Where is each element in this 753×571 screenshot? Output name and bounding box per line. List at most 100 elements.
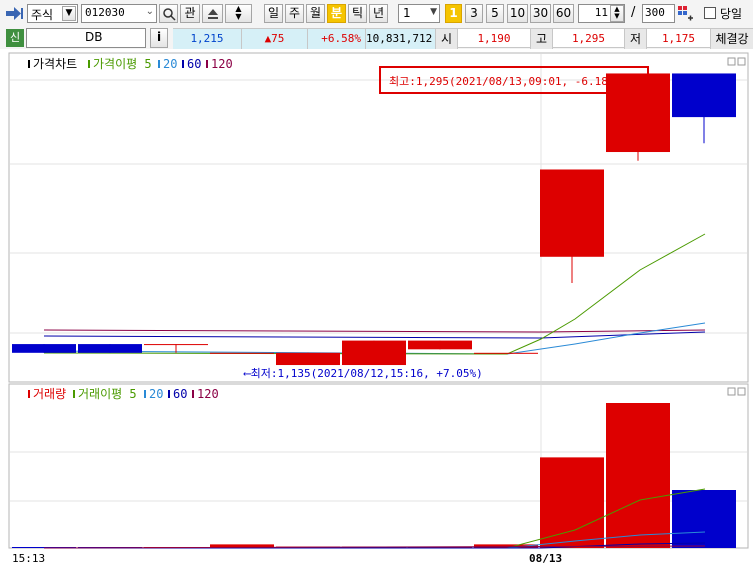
period-tick-button[interactable]: 틱 xyxy=(348,4,367,23)
total-count-field[interactable]: 300 xyxy=(642,4,675,23)
trade-volume: 10,831,712 xyxy=(366,29,436,49)
candle-body[interactable] xyxy=(672,73,736,118)
grid-plus-icon[interactable] xyxy=(677,5,693,21)
period-buttons: 일 주 월 분 틱 년 xyxy=(264,4,394,23)
slash-separator: / xyxy=(631,5,636,20)
open-value: 1,190 xyxy=(458,29,531,49)
count-value: 11 xyxy=(594,6,608,19)
search-icon xyxy=(162,8,176,21)
high-label: 고 xyxy=(531,29,553,49)
updown-spinner[interactable]: ▲ ▼ xyxy=(225,4,252,23)
candle-body[interactable] xyxy=(12,344,76,353)
today-label: 당일 xyxy=(720,7,743,21)
search-button[interactable] xyxy=(159,4,178,23)
price-change: ▲75 xyxy=(242,29,308,49)
candle-body[interactable] xyxy=(342,340,406,366)
eject-icon xyxy=(207,9,218,19)
market-select[interactable]: 주식 ▼ xyxy=(27,4,78,23)
high-annotation-text: 최고:1,295(2021/08/13,09:01, -6.18%)⟶ xyxy=(389,75,629,88)
ma5-legend-marker xyxy=(88,60,90,68)
volume-chart-title: 거래량 xyxy=(33,387,66,401)
candle-body[interactable] xyxy=(78,344,142,353)
low-label: 저 xyxy=(625,29,647,49)
candle-body[interactable] xyxy=(474,352,538,354)
volume-ma60-legend: 60 xyxy=(173,387,187,401)
volume-bar[interactable] xyxy=(606,403,670,548)
ma20-legend-marker xyxy=(158,60,160,68)
price-panel-close-button[interactable] xyxy=(737,57,746,66)
vol-ma120-legend-marker xyxy=(192,390,194,398)
minute-60-button[interactable]: 60 xyxy=(553,4,574,23)
quote-cells: 1,215 ▲75 +6.58% 10,831,712 시 1,190 고 1,… xyxy=(173,28,753,49)
volume-panel-close-button[interactable] xyxy=(737,387,746,396)
open-label: 시 xyxy=(436,29,458,49)
price-legend-marker xyxy=(28,60,30,68)
period-month-button[interactable]: 월 xyxy=(306,4,325,23)
total-count-value: 300 xyxy=(645,6,665,19)
candle-body[interactable] xyxy=(540,169,604,257)
chevron-down-icon[interactable]: ▼ xyxy=(430,7,437,17)
code-input[interactable]: 012030 ⌄ xyxy=(81,4,157,23)
low-annotation-text: ⟵최저:1,135(2021/08/12,15:16, +7.05%) xyxy=(243,367,483,380)
volume-legend-marker xyxy=(28,390,30,398)
price-ma120-legend: 120 xyxy=(211,57,233,71)
volume-ma-legend: 거래이평 5 xyxy=(78,387,137,401)
x-axis-time-label: 15:13 xyxy=(12,552,45,565)
minute-buttons: 1 3 5 10 30 60 xyxy=(445,4,574,23)
price-panel-minimize-button[interactable] xyxy=(727,57,736,66)
vol-ma5-legend-marker xyxy=(73,390,75,398)
price-ma60-legend: 60 xyxy=(187,57,201,71)
stock-name: DB xyxy=(85,30,103,44)
chart-canvas[interactable]: 가격차트 가격이평 5 20 60 120 거래량 거래이평 5 20 60 1… xyxy=(0,51,753,568)
price-chart-title: 가격차트 xyxy=(33,57,77,71)
chevron-down-icon[interactable]: ⌄ xyxy=(146,6,154,17)
chevron-down-icon[interactable]: ▼ xyxy=(62,6,76,21)
interval-select-value: 1 xyxy=(403,6,411,20)
credit-badge: 신 xyxy=(6,29,24,47)
volume-bar[interactable] xyxy=(540,457,604,548)
volume-bar[interactable] xyxy=(672,490,736,548)
ma60-legend-marker xyxy=(182,60,184,68)
watchlist-button[interactable]: 관 xyxy=(180,4,200,23)
candle-body[interactable] xyxy=(276,352,340,366)
volume-panel-minimize-button[interactable] xyxy=(727,387,736,396)
code-input-value: 012030 xyxy=(85,6,125,19)
price-ma-legend: 가격이평 5 xyxy=(93,57,152,71)
ma120-legend-marker xyxy=(206,60,208,68)
minute-5-button[interactable]: 5 xyxy=(486,4,504,23)
count-spinner[interactable]: 11 ▲ ▼ xyxy=(578,4,625,23)
low-value: 1,175 xyxy=(647,29,711,49)
minute-10-button[interactable]: 10 xyxy=(507,4,528,23)
x-axis-date-label: 08/13 xyxy=(529,552,562,565)
price-change-pct: +6.58% xyxy=(308,29,366,49)
quote-bar: 신 DB i 1,215 ▲75 +6.58% 10,831,712 시 1,1… xyxy=(0,27,753,49)
vol-ma60-legend-marker xyxy=(168,390,170,398)
minute-30-button[interactable]: 30 xyxy=(530,4,551,23)
today-checkbox[interactable] xyxy=(704,7,716,19)
toolbar: 주식 ▼ 012030 ⌄ 관 ▲ ▼ 일 주 월 분 틱 년 1 ▼ 1 3 5… xyxy=(0,0,753,27)
period-week-button[interactable]: 주 xyxy=(285,4,304,23)
current-price: 1,215 xyxy=(173,29,242,49)
strength-label: 체결강 xyxy=(711,29,753,49)
candle-body[interactable] xyxy=(144,344,208,346)
market-select-value: 주식 xyxy=(31,8,54,22)
chart-area[interactable]: 가격차트 가격이평 5 20 60 120 거래량 거래이평 5 20 60 1… xyxy=(0,51,753,568)
screen-arrow-icon[interactable] xyxy=(6,6,24,21)
candle-body[interactable] xyxy=(408,340,472,350)
high-value: 1,295 xyxy=(553,29,625,49)
count-spinner-arrows[interactable]: ▲ ▼ xyxy=(610,5,624,22)
period-year-button[interactable]: 년 xyxy=(369,4,388,23)
period-minute-button[interactable]: 분 xyxy=(327,4,346,23)
minute-3-button[interactable]: 3 xyxy=(465,4,483,23)
price-ma20-legend: 20 xyxy=(163,57,177,71)
minute-1-button[interactable]: 1 xyxy=(445,4,462,23)
period-day-button[interactable]: 일 xyxy=(264,4,283,23)
volume-ma120-legend: 120 xyxy=(197,387,219,401)
stock-name-field[interactable]: DB xyxy=(26,28,146,48)
vol-ma20-legend-marker xyxy=(144,390,146,398)
candle-body[interactable] xyxy=(210,352,274,354)
interval-select[interactable]: 1 ▼ xyxy=(398,4,440,23)
info-button[interactable]: i xyxy=(150,28,168,48)
volume-ma20-legend: 20 xyxy=(149,387,163,401)
scroll-up-button[interactable] xyxy=(202,4,223,23)
